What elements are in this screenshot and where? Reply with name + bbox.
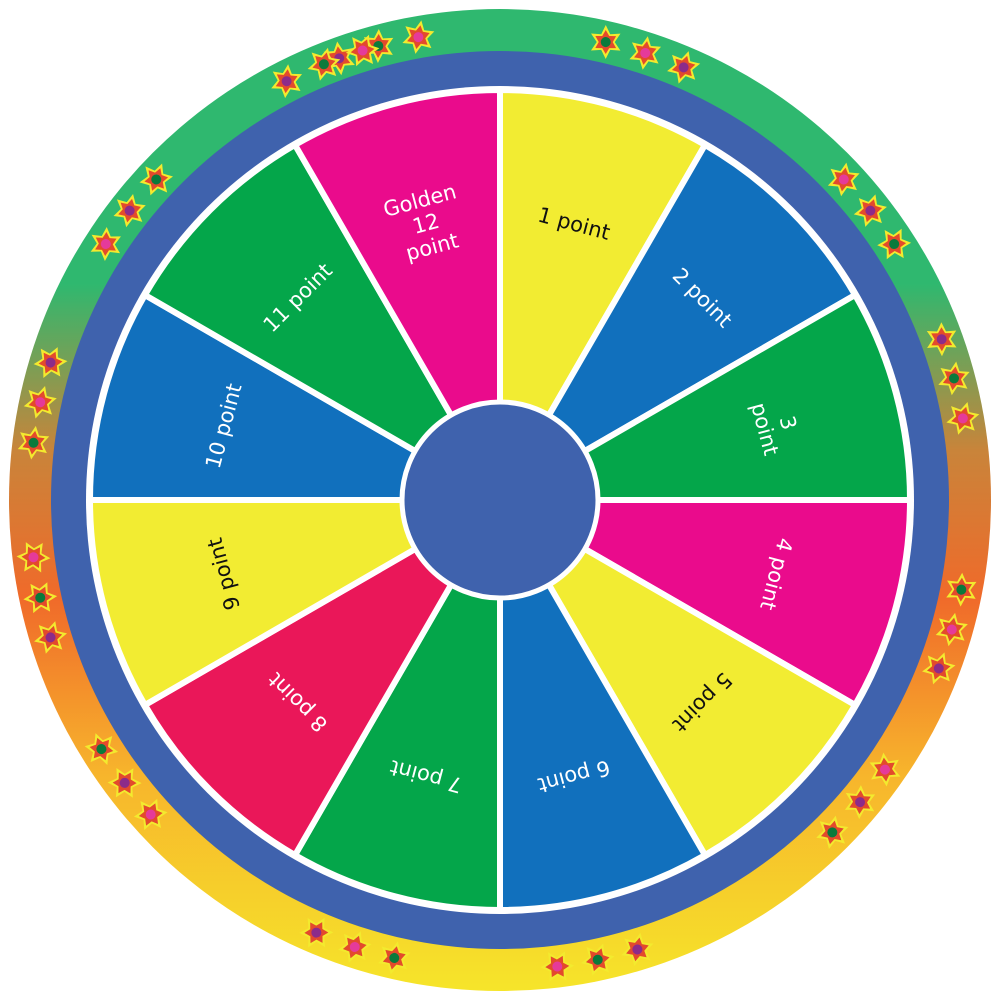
wheel-hub[interactable]	[399, 399, 601, 601]
spin-wheel-graphic[interactable]: 1 point2 point3point4 point5 point6 poin…	[0, 0, 1000, 1000]
spin-wheel[interactable]: 1 point 2 point 3point 4 point 5 point 6 poin…	[0, 0, 1000, 1000]
